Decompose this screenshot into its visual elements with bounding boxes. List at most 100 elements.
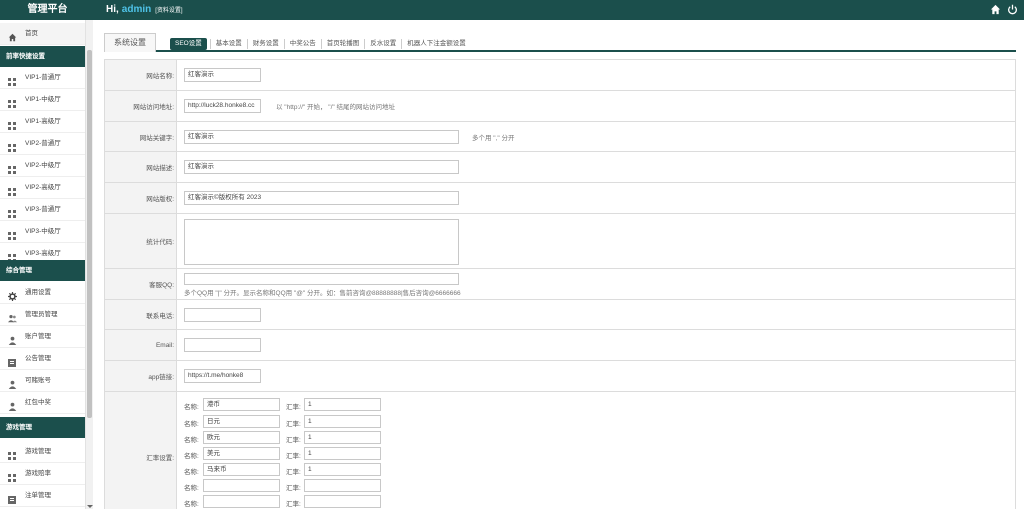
exchange-rate-input[interactable] [304, 479, 381, 492]
sidebar-section-game[interactable]: 游戏管理 [0, 417, 85, 438]
sidebar-item-vip1-normal[interactable]: VIP1-普通厅 [0, 67, 85, 89]
sidebar-section-general[interactable]: 综合管理 [0, 260, 85, 281]
user-icon [8, 399, 17, 411]
tab-finance-settings[interactable]: 财务设置 [246, 39, 284, 49]
app-link-input[interactable]: https://t.me/honke8 [184, 369, 261, 383]
keywords-hint: 多个用 "," 分开 [472, 135, 515, 142]
exchange-name-label: 名称: [184, 437, 199, 444]
grid-icon [8, 355, 16, 367]
home-icon[interactable] [990, 4, 1001, 15]
sidebar-item-label: VIP2-普通厅 [25, 140, 61, 147]
sidebar-item-vip2-mid[interactable]: VIP2-中级厅 [0, 155, 85, 177]
sidebar-item-label: VIP1-中级厅 [25, 96, 61, 103]
brand-title: 管理平台 [27, 4, 68, 15]
sidebar-item-label: 注单管理 [25, 492, 51, 499]
exchange-name-input[interactable]: 港币 [203, 398, 280, 411]
row-email: Email: [105, 330, 1015, 361]
site-url-input[interactable]: http://luck28.honke8.cc [184, 99, 261, 113]
sidebar-item-home[interactable]: 首页 [0, 23, 85, 45]
exchange-name-label: 名称: [184, 485, 199, 492]
sidebar-item-vip2-normal[interactable]: VIP2-普通厅 [0, 133, 85, 155]
exchange-rate-input[interactable]: 1 [304, 431, 381, 444]
exchange-rate-input[interactable]: 1 [304, 447, 381, 460]
sidebar-item-bettable-accounts[interactable]: 可赌账号 [0, 370, 85, 392]
user-icon [8, 333, 17, 345]
tab-system-settings[interactable]: 系统设置 [104, 33, 156, 52]
copyright-input[interactable]: 红客演示©版权所有 2023 [184, 191, 459, 205]
exchange-rate-label: 汇率: [286, 437, 301, 444]
sidebar-item-label: 首页 [25, 30, 38, 37]
row-copyright: 网站版权: 红客演示©版权所有 2023 [105, 183, 1015, 214]
grid-icon [8, 470, 16, 482]
sidebar-item-vip3-normal[interactable]: VIP3-普通厅 [0, 199, 85, 221]
sidebar-item-game-odds[interactable]: 游戏赔率 [0, 463, 85, 485]
exchange-name-label: 名称: [184, 501, 199, 508]
row-keywords: 网站关键字: 红客演示 多个用 "," 分开 [105, 122, 1015, 152]
sidebar-item-label: VIP1-普通厅 [25, 74, 61, 81]
sidebar-item-label: 公告管理 [25, 355, 51, 362]
tab-winning-announcement[interactable]: 中奖公告 [283, 39, 321, 49]
exchange-name-input[interactable] [203, 479, 280, 492]
sidebar-item-label: 管理员管理 [25, 311, 58, 318]
exchange-rate-input[interactable] [304, 495, 381, 508]
scrollbar-thumb[interactable] [87, 50, 92, 418]
row-description: 网站描述: 红客演示 [105, 152, 1015, 183]
exchange-name-input[interactable]: 马来币 [203, 463, 280, 476]
stats-code-textarea[interactable] [184, 219, 459, 265]
grid-icon [8, 228, 16, 240]
main-content: 系统设置 SEO设置 基本设置 财务设置 中奖公告 首页轮播图 反水设置 机器人… [104, 30, 1016, 509]
exchange-rate-input[interactable]: 1 [304, 463, 381, 476]
description-input[interactable]: 红客演示 [184, 160, 459, 174]
logout-icon[interactable] [1007, 4, 1018, 15]
exchange-name-input[interactable] [203, 495, 280, 508]
sidebar-item-vip3-mid[interactable]: VIP3-中级厅 [0, 221, 85, 243]
exchange-rate-input[interactable]: 1 [304, 398, 381, 411]
label-site-url: 网站访问地址: [105, 91, 177, 121]
sidebar-item-red-packet[interactable]: 红包中奖 [0, 392, 85, 414]
scroll-down-arrow-icon[interactable] [87, 505, 93, 508]
label-email: Email: [105, 330, 177, 360]
keywords-input[interactable]: 红客演示 [184, 130, 459, 144]
sidebar-item-vip1-mid[interactable]: VIP1-中级厅 [0, 89, 85, 111]
sidebar-item-bet-orders[interactable]: 注单管理 [0, 485, 85, 507]
sidebar-item-label: 游戏管理 [25, 448, 51, 455]
sidebar-item-admin-manage[interactable]: 管理员管理 [0, 304, 85, 326]
username[interactable]: admin [122, 4, 151, 15]
qq-input[interactable] [184, 273, 459, 285]
sidebar-item-vip2-high[interactable]: VIP2-高级厅 [0, 177, 85, 199]
phone-input[interactable] [184, 308, 261, 322]
sidebar: 首页 前率快捷设置 VIP1-普通厅 VIP1-中级厅 VIP1-高级厅 VIP… [0, 20, 93, 509]
label-exchange-rates: 汇率设置: [105, 392, 177, 509]
row-site-name: 网站名称: 红客演示 [105, 60, 1015, 91]
sidebar-item-label: 账户管理 [25, 333, 51, 340]
row-stats-code: 统计代码: [105, 214, 1015, 269]
site-url-hint: 以 "http://" 开始， "/" 结尾的网站访问地址 [276, 104, 396, 111]
tab-seo-settings[interactable]: SEO设置 [170, 38, 207, 50]
exchange-name-input[interactable]: 日元 [203, 415, 280, 428]
sidebar-item-account-manage[interactable]: 账户管理 [0, 326, 85, 348]
sidebar-item-label: VIP3-高级厅 [25, 250, 61, 257]
sidebar-item-vip1-high[interactable]: VIP1-高级厅 [0, 111, 85, 133]
label-copyright: 网站版权: [105, 183, 177, 213]
exchange-rate-label: 汇率: [286, 501, 301, 508]
site-name-input[interactable]: 红客演示 [184, 68, 261, 82]
tab-basic-settings[interactable]: 基本设置 [209, 39, 247, 49]
profile-settings-link[interactable]: [资料设置] [155, 8, 182, 14]
sidebar-scrollbar[interactable] [85, 20, 93, 509]
seo-settings-form: 网站名称: 红客演示 网站访问地址: http://luck28.honke8.… [104, 59, 1016, 509]
grid-icon [8, 448, 16, 460]
label-app-link: app链接: [105, 361, 177, 391]
grid-icon [8, 74, 16, 86]
sidebar-section-quick-settings[interactable]: 前率快捷设置 [0, 46, 85, 67]
sidebar-item-general-settings[interactable]: 通用设置 [0, 282, 85, 304]
email-input[interactable] [184, 338, 261, 352]
sidebar-item-announcement-manage[interactable]: 公告管理 [0, 348, 85, 370]
exchange-name-input[interactable]: 欧元 [203, 431, 280, 444]
exchange-name-input[interactable]: 美元 [203, 447, 280, 460]
tab-robot-bet-settings[interactable]: 机器人下注金额设置 [401, 39, 471, 49]
exchange-rate-input[interactable]: 1 [304, 415, 381, 428]
sidebar-item-game-manage[interactable]: 游戏管理 [0, 441, 85, 463]
exchange-rate-label: 汇率: [286, 421, 301, 428]
tab-home-carousel[interactable]: 首页轮播图 [320, 39, 365, 49]
tab-rebate-settings[interactable]: 反水设置 [364, 39, 401, 49]
